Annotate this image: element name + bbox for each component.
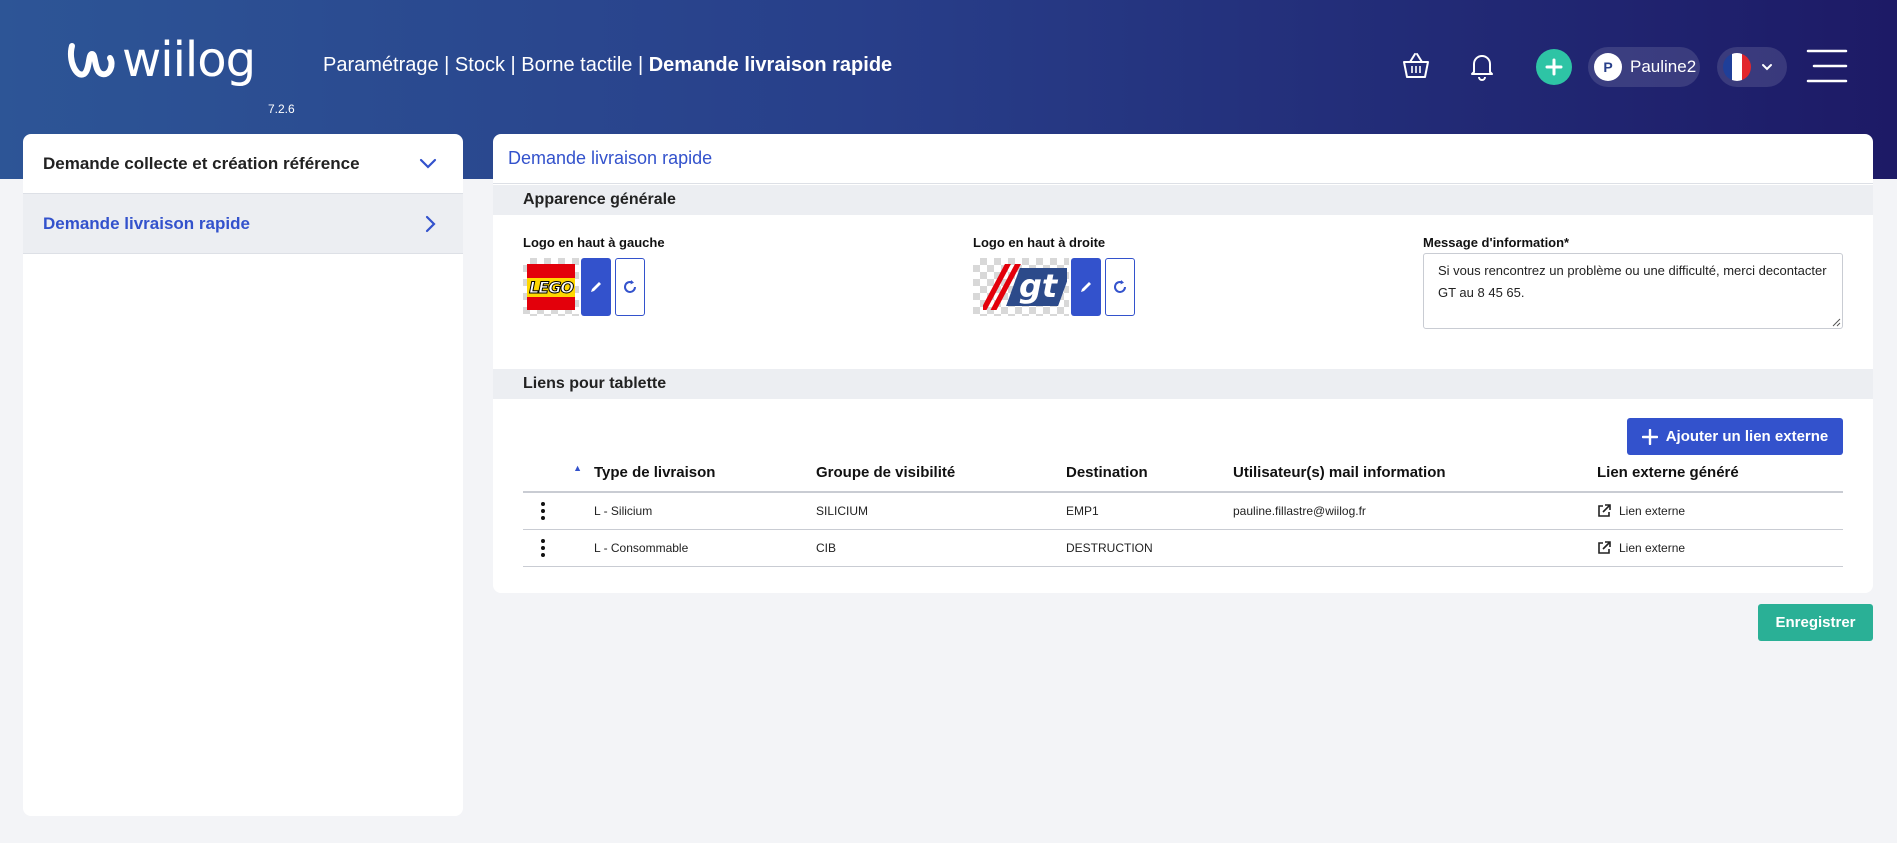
info-message-label: Message d'information* bbox=[1423, 235, 1570, 250]
cell-group: SILICIUM bbox=[816, 492, 1066, 530]
add-external-link-label: Ajouter un lien externe bbox=[1665, 428, 1829, 445]
info-message-textarea[interactable]: Si vous rencontrez un problème ou une di… bbox=[1423, 253, 1843, 329]
breadcrumb: Paramétrage | Stock | Borne tactile | De… bbox=[323, 54, 892, 77]
row-actions[interactable] bbox=[523, 492, 594, 530]
brand-name: wiilog bbox=[122, 32, 256, 88]
cell-destination: DESTRUCTION bbox=[1066, 529, 1233, 567]
refresh-icon bbox=[1114, 280, 1126, 293]
logo-right-reset-button[interactable] bbox=[1105, 258, 1135, 316]
column-header-group[interactable]: Groupe de visibilité bbox=[816, 454, 1066, 493]
basket-icon[interactable] bbox=[1398, 48, 1434, 84]
section-appearance-header: Apparence générale bbox=[493, 185, 1873, 215]
plus-icon bbox=[1641, 428, 1658, 445]
gt-logo-image: gt bbox=[983, 264, 1067, 310]
links-table: ▲ Type de livraison Groupe de visibilité… bbox=[523, 454, 1843, 567]
external-link-icon bbox=[1598, 503, 1611, 517]
sidebar-item-collecte[interactable]: Demande collecte et création référence bbox=[23, 134, 463, 194]
logo-right-preview: gt bbox=[973, 258, 1069, 316]
cell-destination: EMP1 bbox=[1066, 492, 1233, 530]
chevron-down-icon bbox=[419, 158, 437, 169]
kebab-menu-icon[interactable] bbox=[523, 538, 563, 557]
chevron-right-icon bbox=[425, 215, 436, 232]
logo-right-label: Logo en haut à droite bbox=[973, 235, 1106, 250]
external-link-label[interactable]: Lien externe bbox=[1619, 541, 1685, 555]
breadcrumb-path: Paramétrage | Stock | Borne tactile | bbox=[323, 54, 649, 76]
table-row: L - Silicium SILICIUM EMP1 pauline.filla… bbox=[523, 492, 1843, 530]
sidebar-item-label: Demande collecte et création référence bbox=[43, 153, 360, 173]
app-version: 7.2.6 bbox=[268, 102, 295, 116]
external-link-icon bbox=[1598, 540, 1611, 554]
breadcrumb-current: Demande livraison rapide bbox=[648, 54, 893, 76]
actions-column-header[interactable]: ▲ bbox=[523, 454, 594, 493]
section-links-header: Liens pour tablette bbox=[493, 369, 1873, 399]
language-selector[interactable] bbox=[1717, 47, 1787, 87]
cell-type: L - Consommable bbox=[594, 529, 816, 567]
main-panel: Demande livraison rapide Apparence génér… bbox=[493, 134, 1873, 593]
user-name: Pauline2 bbox=[1630, 57, 1697, 76]
wiilog-logo-icon bbox=[68, 43, 115, 78]
app-logo[interactable]: wiilog bbox=[66, 32, 256, 88]
pencil-icon bbox=[591, 282, 601, 292]
lego-logo-image: LEGO bbox=[527, 264, 575, 310]
chevron-down-icon bbox=[1762, 64, 1772, 71]
column-header-users[interactable]: Utilisateur(s) mail information bbox=[1233, 454, 1597, 493]
logo-left-preview: LEGO bbox=[523, 258, 579, 316]
cell-group: CIB bbox=[816, 529, 1066, 567]
logo-left-edit-button[interactable] bbox=[581, 258, 611, 316]
pencil-icon bbox=[1081, 282, 1091, 292]
save-button[interactable]: Enregistrer bbox=[1758, 604, 1873, 641]
menu-icon[interactable] bbox=[1806, 48, 1848, 84]
sidebar-item-livraison-rapide[interactable]: Demande livraison rapide bbox=[23, 194, 463, 254]
cell-link[interactable]: Lien externe bbox=[1597, 529, 1843, 567]
cell-type: L - Silicium bbox=[594, 492, 816, 530]
settings-sidebar: Demande collecte et création référence D… bbox=[23, 134, 463, 816]
add-external-link-button[interactable]: Ajouter un lien externe bbox=[1627, 418, 1843, 455]
french-flag-icon bbox=[1723, 53, 1751, 81]
page-title: Demande livraison rapide bbox=[493, 134, 1873, 184]
table-header-row: ▲ Type de livraison Groupe de visibilité… bbox=[523, 454, 1843, 493]
column-header-destination[interactable]: Destination bbox=[1066, 454, 1233, 493]
row-actions[interactable] bbox=[523, 529, 594, 567]
refresh-icon bbox=[624, 280, 636, 293]
resize-grip-icon[interactable] bbox=[1831, 317, 1841, 327]
kebab-menu-icon[interactable] bbox=[523, 501, 563, 520]
table-row: L - Consommable CIB DESTRUCTION Lien ext… bbox=[523, 529, 1843, 567]
logo-right-edit-button[interactable] bbox=[1071, 258, 1101, 316]
cell-link[interactable]: Lien externe bbox=[1597, 492, 1843, 530]
avatar: P bbox=[1594, 53, 1622, 81]
sidebar-item-label: Demande livraison rapide bbox=[43, 213, 250, 233]
plus-icon bbox=[1545, 58, 1563, 76]
bell-icon[interactable] bbox=[1464, 48, 1500, 84]
quick-add-button[interactable] bbox=[1536, 49, 1572, 85]
user-menu[interactable]: P Pauline2 bbox=[1588, 47, 1700, 87]
cell-users: pauline.fillastre@wiilog.fr bbox=[1233, 492, 1597, 530]
sort-asc-icon: ▲ bbox=[573, 463, 582, 473]
external-link-label[interactable]: Lien externe bbox=[1619, 504, 1685, 518]
logo-left-reset-button[interactable] bbox=[615, 258, 645, 316]
column-header-type[interactable]: Type de livraison bbox=[594, 454, 816, 493]
logo-left-label: Logo en haut à gauche bbox=[523, 235, 665, 250]
cell-users bbox=[1233, 529, 1597, 567]
column-header-link[interactable]: Lien externe généré bbox=[1597, 454, 1843, 493]
